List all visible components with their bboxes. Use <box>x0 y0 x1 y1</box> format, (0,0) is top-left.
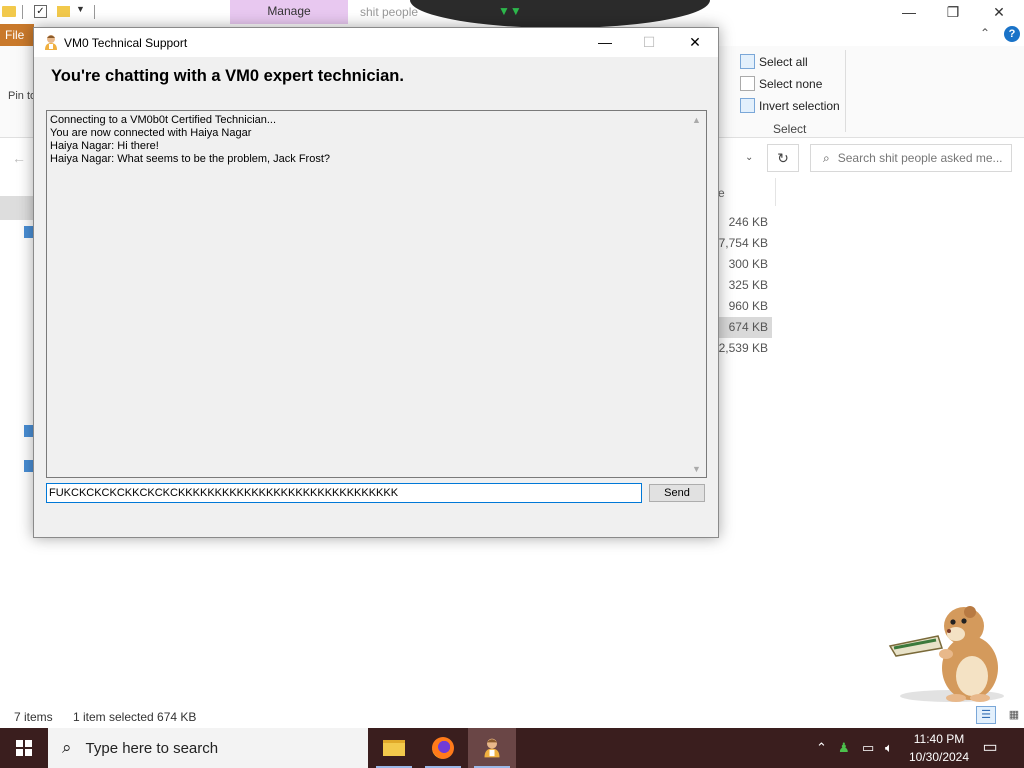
taskbar: ⌕ Type here to search ⌃ ♟ ▭ 🔈︎ 11:40 PM … <box>0 728 1024 768</box>
view-switcher: ☰ ▦ <box>976 706 1024 724</box>
select-none-icon <box>740 76 755 91</box>
scroll-down-icon[interactable]: ▼ <box>692 464 701 474</box>
invert-selection-icon <box>740 98 755 113</box>
divider <box>94 5 95 19</box>
chat-close-button[interactable]: ✕ <box>672 28 718 57</box>
minimize-button[interactable]: — <box>886 2 932 22</box>
search-icon: ⌕ <box>823 150 830 165</box>
select-all-label: Select all <box>759 54 808 69</box>
customize-toolbar-icon[interactable]: ▼ <box>76 4 85 14</box>
refresh-icon: ↻ <box>777 150 789 166</box>
chat-minimize-button[interactable]: — <box>582 28 628 57</box>
notification-icon[interactable]: ▭ <box>980 737 1000 757</box>
explorer-titlebar: ✓ ▼ Manage shit people ▼▼ — ❐ ✕ <box>0 0 1024 28</box>
folder-icon <box>2 6 16 17</box>
volume-icon[interactable]: 🔈︎ <box>885 728 893 768</box>
invert-selection-label: Invert selection <box>759 98 840 113</box>
chat-window-title: VM0 Technical Support <box>64 36 188 50</box>
tab-manage[interactable]: Manage <box>230 0 348 24</box>
chat-log[interactable]: Connecting to a VM0b0t Certified Technic… <box>46 110 707 478</box>
back-arrow-icon[interactable]: ← <box>12 150 26 166</box>
firefox-icon <box>432 737 454 759</box>
file-explorer-icon <box>383 740 405 756</box>
select-all-button[interactable]: Select all <box>740 54 808 69</box>
ribbon-collapse-icon[interactable]: ⌃ <box>980 26 990 40</box>
technician-app-icon <box>484 738 500 758</box>
taskbar-search-box[interactable]: ⌕ Type here to search <box>48 728 368 768</box>
chevron-up-icon: ⌃ <box>816 740 827 755</box>
divider <box>845 50 846 132</box>
chat-titlebar[interactable]: VM0 Technical Support — ☐ ✕ <box>34 28 718 57</box>
large-icons-view-icon[interactable]: ▦ <box>1004 706 1024 724</box>
divider <box>22 5 23 19</box>
search-icon: ⌕ <box>62 738 72 757</box>
divider <box>775 178 776 206</box>
show-hidden-icons-button[interactable]: ⌃ <box>816 728 827 768</box>
overlay-green-icon: ▼▼ <box>498 4 522 18</box>
chat-message: Haiya Nagar: What seems to be the proble… <box>50 153 331 165</box>
taskbar-firefox[interactable] <box>419 728 467 768</box>
taskbar-file-explorer[interactable] <box>370 728 418 768</box>
search-input[interactable]: ⌕ Search shit people asked me... <box>810 144 1012 172</box>
nav-pane-selected-item[interactable] <box>0 196 34 220</box>
chat-message-input[interactable] <box>46 483 642 503</box>
chat-log-scrollbar[interactable]: ▲ ▼ <box>688 111 706 477</box>
desktop-overlay-shape <box>410 0 710 28</box>
refresh-button[interactable]: ↻ <box>767 144 799 172</box>
send-button[interactable]: Send <box>649 484 705 502</box>
chevron-down-icon[interactable]: ⌄ <box>745 152 753 163</box>
properties-icon[interactable]: ✓ <box>34 5 47 18</box>
network-icon[interactable]: ▭ <box>862 728 874 768</box>
select-group-label: Select <box>773 122 807 136</box>
item-count: 7 items <box>14 710 53 724</box>
search-placeholder: Search shit people asked me... <box>837 151 1003 165</box>
user-status-icon[interactable]: ♟ <box>838 728 850 768</box>
start-button[interactable] <box>0 728 48 768</box>
explorer-title: shit people <box>360 5 419 19</box>
help-icon[interactable]: ? <box>1004 26 1020 42</box>
tab-file[interactable]: File <box>0 24 34 46</box>
chat-window: VM0 Technical Support — ☐ ✕ You're chatt… <box>33 27 719 538</box>
taskbar-clock[interactable]: 11:40 PM 10/30/2024 <box>904 730 974 766</box>
column-header-size[interactable]: e <box>718 186 725 200</box>
technician-app-icon <box>45 35 57 50</box>
select-none-label: Select none <box>759 76 823 91</box>
chat-message: You are now connected with Haiya Nagar <box>50 127 252 139</box>
taskbar-vm0-support[interactable] <box>468 728 516 768</box>
chat-message: Connecting to a VM0b0t Certified Technic… <box>50 114 277 126</box>
close-button[interactable]: ✕ <box>976 2 1022 22</box>
maximize-button[interactable]: ❐ <box>930 2 976 22</box>
chat-maximize-button: ☐ <box>642 34 656 50</box>
chat-messages: Connecting to a VM0b0t Certified Technic… <box>50 114 680 166</box>
clock-date: 10/30/2024 <box>908 750 970 764</box>
invert-selection-button[interactable]: Invert selection <box>740 98 840 113</box>
chat-heading: You're chatting with a VM0 expert techni… <box>51 67 404 85</box>
hamster-mascot[interactable] <box>872 598 1012 706</box>
details-view-icon[interactable]: ☰ <box>976 706 996 724</box>
taskbar-search-placeholder: Type here to search <box>85 739 219 757</box>
windows-logo-icon <box>16 740 32 756</box>
clock-time: 11:40 PM <box>913 732 965 746</box>
chat-message: Haiya Nagar: Hi there! <box>50 140 159 152</box>
status-bar: 7 items 1 item selected 674 KB <box>0 706 1024 728</box>
new-folder-icon[interactable] <box>57 6 70 17</box>
scroll-up-icon[interactable]: ▲ <box>692 115 701 125</box>
selection-info: 1 item selected 674 KB <box>73 710 197 724</box>
select-all-icon <box>740 54 755 69</box>
select-none-button[interactable]: Select none <box>740 76 822 91</box>
